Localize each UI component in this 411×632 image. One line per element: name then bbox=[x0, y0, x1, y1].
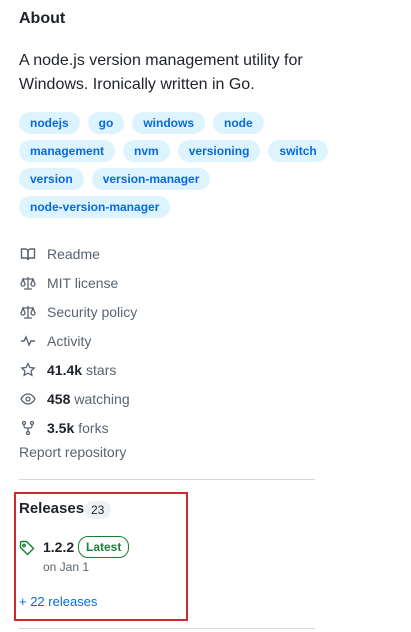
topic-windows[interactable]: windows bbox=[132, 112, 206, 134]
watching-count: 458 bbox=[47, 390, 71, 407]
topic-go[interactable]: go bbox=[87, 112, 125, 134]
forks-label: forks bbox=[78, 419, 109, 436]
about-heading: About bbox=[19, 10, 66, 27]
watchers-link[interactable]: 458 watching bbox=[19, 384, 319, 413]
divider bbox=[19, 479, 315, 480]
divider bbox=[19, 628, 315, 629]
topic-nvm[interactable]: nvm bbox=[123, 140, 170, 162]
topic-management[interactable]: management bbox=[19, 140, 116, 162]
pulse-icon bbox=[19, 332, 37, 350]
readme-link[interactable]: Readme bbox=[19, 239, 319, 268]
topic-version-manager[interactable]: version-manager bbox=[91, 168, 211, 190]
release-version[interactable]: 1.2.2 bbox=[43, 539, 74, 555]
topic-versioning[interactable]: versioning bbox=[177, 140, 261, 162]
fork-icon bbox=[19, 419, 37, 437]
activity-link[interactable]: Activity bbox=[19, 326, 319, 355]
topic-nodejs[interactable]: nodejs bbox=[19, 112, 80, 134]
license-label: MIT license bbox=[47, 274, 119, 291]
repo-description: A node.js version management utility for… bbox=[19, 52, 303, 93]
stars-count: 41.4k bbox=[47, 361, 83, 378]
stars-link[interactable]: 41.4k stars bbox=[19, 355, 319, 384]
release-date: on Jan 1 bbox=[43, 560, 90, 574]
forks-count: 3.5k bbox=[47, 419, 75, 436]
activity-label: Activity bbox=[47, 332, 92, 349]
law-icon bbox=[19, 303, 37, 321]
star-icon bbox=[19, 361, 37, 379]
eye-icon bbox=[19, 390, 37, 408]
watching-label: watching bbox=[74, 390, 130, 407]
releases-heading[interactable]: Releases bbox=[19, 500, 84, 517]
license-link[interactable]: MIT license bbox=[19, 268, 319, 297]
topic-node[interactable]: node bbox=[213, 112, 264, 134]
forks-link[interactable]: 3.5k forks bbox=[19, 413, 319, 442]
law-icon bbox=[19, 274, 37, 292]
security-policy-link[interactable]: Security policy bbox=[19, 297, 319, 326]
report-repository-link[interactable]: Report repository bbox=[19, 444, 126, 460]
more-releases-link[interactable]: + 22 releases bbox=[19, 594, 97, 609]
latest-badge: Latest bbox=[78, 536, 130, 558]
readme-label: Readme bbox=[47, 245, 100, 262]
topic-version[interactable]: version bbox=[19, 168, 84, 190]
topics-list: nodejs go windows node management nvm ve… bbox=[19, 112, 328, 224]
topic-node-version-manager[interactable]: node-version-manager bbox=[19, 196, 171, 218]
stars-label: stars bbox=[86, 361, 117, 378]
book-icon bbox=[19, 245, 37, 263]
topic-switch[interactable]: switch bbox=[268, 140, 328, 162]
tag-icon bbox=[19, 540, 35, 556]
releases-count-badge: 23 bbox=[84, 501, 112, 519]
repo-meta-list: Readme MIT license Security policy Activ… bbox=[19, 239, 319, 442]
security-policy-label: Security policy bbox=[47, 303, 138, 320]
